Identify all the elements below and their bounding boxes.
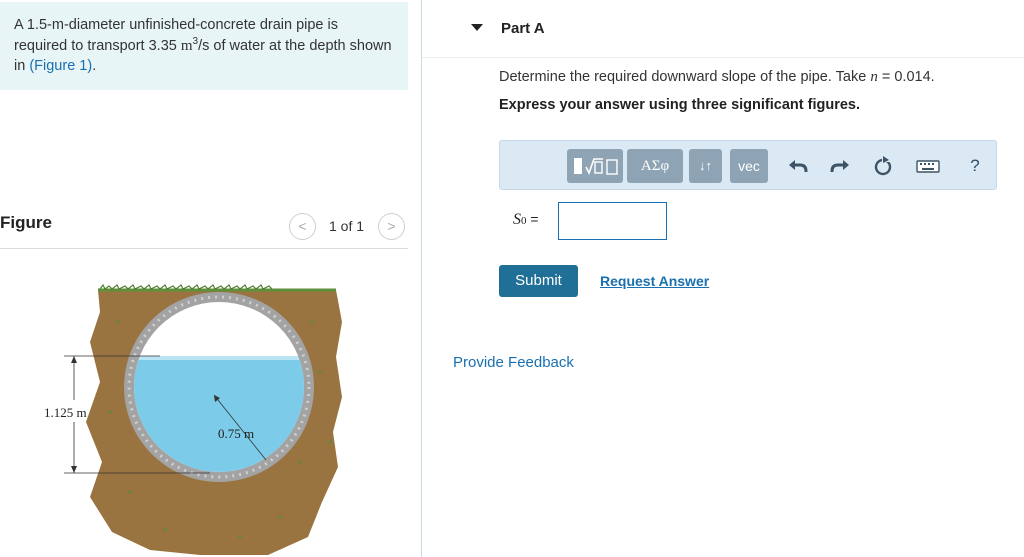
- left-panel: A 1.5-m-diameter unfinished-concrete dra…: [0, 0, 408, 557]
- arrows-button[interactable]: ↓↑: [689, 149, 722, 183]
- part-title: Part A: [501, 20, 545, 37]
- right-panel: Part A Determine the required downward s…: [422, 0, 1024, 557]
- chevron-right-icon[interactable]: >: [378, 213, 405, 240]
- math-toolbar: ΑΣφ ↓↑ vec ?: [499, 140, 997, 190]
- part-header[interactable]: Part A: [422, 0, 1024, 58]
- chevron-left-icon[interactable]: <: [289, 213, 316, 240]
- figure-title: Figure: [0, 213, 52, 232]
- reset-icon[interactable]: [871, 154, 895, 178]
- keyboard-icon[interactable]: [915, 154, 940, 178]
- answer-label: S0 =: [513, 211, 539, 229]
- figure-image: 1.125 m 0.75 m: [0, 262, 408, 557]
- vec-button[interactable]: vec: [730, 149, 768, 183]
- depth-label: 1.125 m: [44, 405, 87, 420]
- figure-header: Figure < 1 of 1 >: [0, 203, 408, 249]
- question-post: = 0.014.: [877, 69, 935, 85]
- question-var: n: [870, 69, 878, 85]
- caret-down-icon[interactable]: [471, 24, 483, 31]
- problem-statement: A 1.5-m-diameter unfinished-concrete dra…: [0, 2, 408, 90]
- unit-m: m: [180, 37, 193, 54]
- provide-feedback-link[interactable]: Provide Feedback: [453, 354, 574, 371]
- redo-icon[interactable]: [828, 154, 852, 178]
- help-icon[interactable]: ?: [963, 154, 987, 178]
- radius-label: 0.75 m: [218, 426, 254, 441]
- answer-input[interactable]: [558, 202, 667, 240]
- sqrt-template-icon[interactable]: [567, 149, 623, 183]
- submit-button[interactable]: Submit: [499, 265, 578, 297]
- instruction-text: Express your answer using three signific…: [499, 97, 860, 113]
- request-answer-link[interactable]: Request Answer: [600, 273, 709, 289]
- problem-text-3: .: [92, 58, 97, 74]
- undo-icon[interactable]: [786, 154, 810, 178]
- question-pre: Determine the required downward slope of…: [499, 69, 871, 85]
- pipe-diagram: 1.125 m 0.75 m: [44, 283, 342, 555]
- figure-page-count: 1 of 1: [329, 218, 365, 234]
- figure-link[interactable]: (Figure 1): [29, 58, 92, 74]
- answer-equals: =: [526, 211, 539, 227]
- answer-symbol: S: [513, 211, 521, 228]
- question-text: Determine the required downward slope of…: [499, 69, 935, 86]
- greek-letters-button[interactable]: ΑΣφ: [627, 149, 683, 183]
